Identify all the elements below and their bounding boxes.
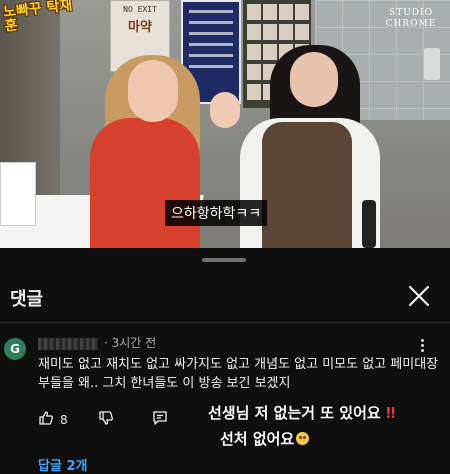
like-button[interactable]: 8 [38, 410, 68, 430]
like-count: 8 [60, 413, 68, 427]
avatar[interactable]: G [4, 338, 26, 360]
comments-title: 댓글 [10, 289, 44, 310]
chair [362, 200, 376, 248]
studio-logo-line2: CHROME [385, 19, 437, 29]
like-icon [38, 410, 54, 430]
wall-switch [424, 48, 440, 80]
dislike-button[interactable] [98, 410, 114, 430]
video-subtitle: 으하항하학ㅋㅋ [165, 200, 268, 226]
reply-button[interactable] [152, 410, 168, 430]
papers [0, 162, 36, 226]
double-exclamation-icon: ‼ [385, 404, 396, 422]
overlay-line-2-text: 선처 없어요 [220, 430, 295, 448]
show-logo: 노빠꾸 탁재훈 [2, 0, 74, 35]
comment-text: 재미도 없고 재치도 없고 싸가지도 없고 개념도 없고 미모도 없고 페미대장… [38, 357, 439, 391]
video-player[interactable]: NO EXIT 마약 노빠꾸 탁재훈 STUDIO CHROME 으하항하학ㅋㅋ [0, 0, 450, 248]
studio-logo: STUDIO CHROME [384, 8, 438, 30]
author-name-redacted[interactable] [38, 338, 98, 350]
notice-poster-heading: NO EXIT [123, 5, 157, 14]
reply-icon [152, 410, 168, 430]
drag-handle[interactable] [202, 258, 246, 262]
person-right-vest [262, 122, 352, 248]
header-divider [0, 322, 450, 323]
overlay-caption: 선생님 저 없는거 또 있어요 ‼ 선처 없어요 [208, 400, 448, 452]
close-icon[interactable] [405, 282, 433, 310]
more-vert-icon[interactable] [418, 339, 426, 355]
dislike-icon [98, 410, 114, 430]
notice-poster-title: 마약 [128, 20, 152, 35]
overlay-line-2: 선처 없어요 [208, 426, 448, 452]
overlay-line-1-text: 선생님 저 없는거 또 있어요 [208, 404, 381, 422]
studio-logo-line1: STUDIO [389, 8, 433, 18]
person-right-face [290, 52, 338, 107]
person-left-body [90, 118, 200, 248]
pleading-face-icon [296, 432, 310, 445]
comment-time: · 3시간 전 [104, 336, 157, 350]
replies-link[interactable]: 답글 2개 [38, 455, 87, 474]
overlay-line-1: 선생님 저 없는거 또 있어요 ‼ [208, 400, 448, 426]
person-left-face [128, 60, 178, 122]
raised-hand [210, 92, 240, 128]
